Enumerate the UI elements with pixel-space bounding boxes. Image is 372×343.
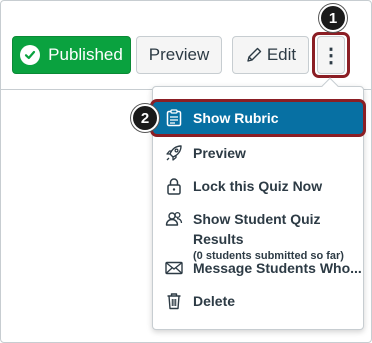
menu-item-label: Lock this Quiz Now (193, 178, 323, 194)
menu-item-text: Show Student Quiz Results (0 students su… (193, 209, 363, 263)
lock-icon (163, 176, 185, 196)
edit-label: Edit (266, 45, 297, 64)
menu-item-label: Show Student Quiz Results (193, 211, 321, 247)
rocket-icon (163, 143, 185, 163)
pencil-icon (245, 46, 263, 64)
menu-item-delete[interactable]: Delete (153, 291, 363, 311)
published-button[interactable]: Published (12, 36, 131, 74)
users-icon (163, 209, 185, 229)
edit-button[interactable]: Edit (232, 36, 309, 74)
envelope-icon (163, 258, 185, 278)
menu-item-message-students[interactable]: Message Students Who... (153, 258, 363, 278)
preview-label: Preview (148, 45, 210, 64)
menu-item-label: Delete (193, 293, 236, 309)
step-badge-2: 2 (131, 104, 159, 132)
menu-item-label: Message Students Who... (193, 260, 362, 276)
step-badge-1: 1 (319, 4, 347, 32)
trash-icon (163, 291, 185, 311)
menu-item-student-quiz-results[interactable]: Show Student Quiz Results (0 students su… (153, 209, 363, 263)
show-rubric-highlight (150, 99, 366, 137)
more-options-highlight (312, 32, 350, 78)
menu-item-lock-quiz[interactable]: Lock this Quiz Now (153, 176, 363, 196)
menu-item-preview[interactable]: Preview (153, 143, 363, 163)
menu-item-label: Preview (193, 145, 246, 161)
check-icon (20, 45, 41, 65)
published-label: Published (48, 45, 123, 64)
preview-button[interactable]: Preview (136, 36, 222, 74)
